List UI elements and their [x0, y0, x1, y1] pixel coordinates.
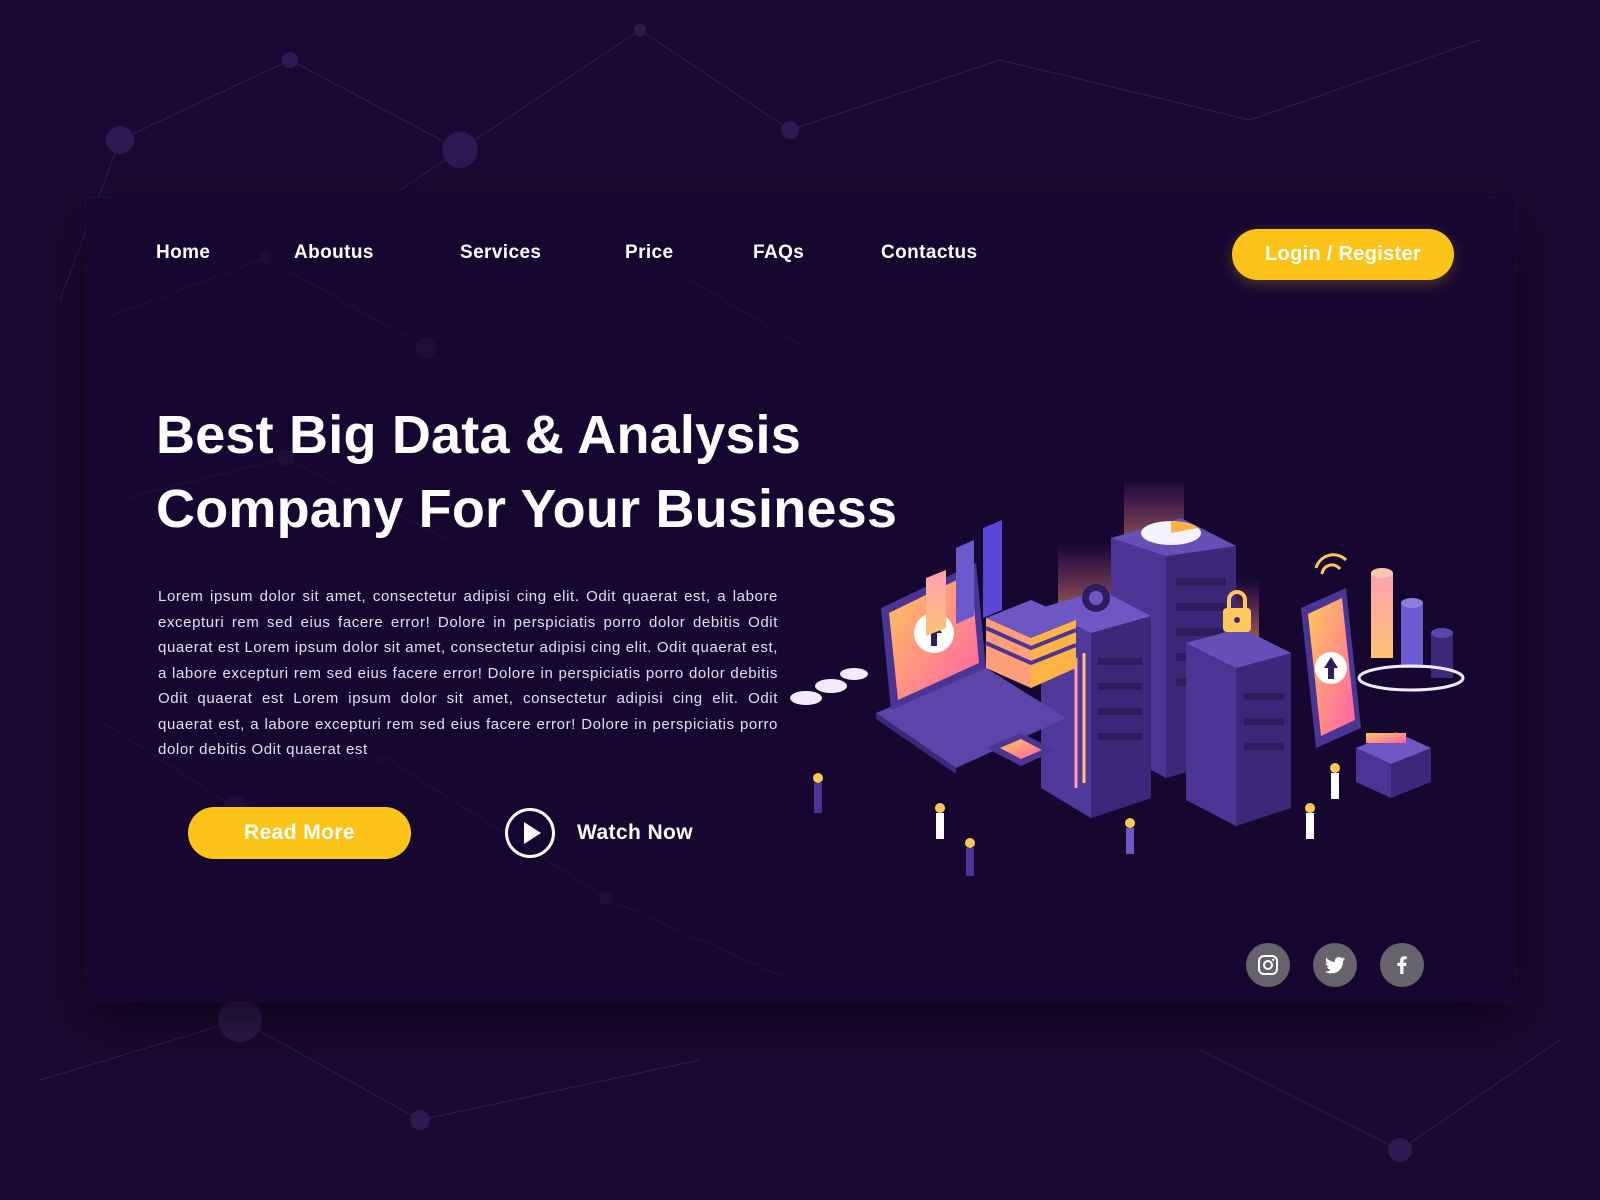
facebook-icon — [1397, 956, 1407, 974]
landing-card: Home Aboutus Services Price FAQs Contact… — [86, 198, 1516, 1002]
big-data-illustration — [790, 478, 1465, 876]
play-icon[interactable] — [504, 807, 556, 859]
nav-price[interactable]: Price — [625, 242, 673, 264]
small-server-box — [1356, 732, 1431, 798]
coins — [790, 668, 868, 705]
instagram-icon — [1258, 955, 1278, 975]
hero-description: Lorem ipsum dolor sit amet, consectetur … — [158, 588, 778, 758]
watch-now-label: Watch Now — [577, 821, 693, 844]
nav-services[interactable]: Services — [460, 242, 541, 264]
read-more-button[interactable]: Read More — [188, 807, 411, 859]
cylinder-chart-right — [1357, 568, 1465, 692]
phone — [1301, 553, 1361, 748]
instagram-button[interactable] — [1246, 943, 1290, 987]
nav-home[interactable]: Home — [156, 242, 210, 264]
nav-contactus[interactable]: Contactus — [881, 242, 978, 264]
login-register-button[interactable]: Login / Register — [1232, 229, 1454, 280]
facebook-button[interactable] — [1380, 943, 1424, 987]
main-nav: Home Aboutus Services Price FAQs Contact… — [86, 198, 1516, 308]
nav-faqs[interactable]: FAQs — [753, 242, 804, 264]
nav-aboutus[interactable]: Aboutus — [294, 242, 374, 264]
twitter-icon — [1325, 957, 1345, 974]
watch-now-button[interactable]: Watch Now — [504, 807, 693, 859]
twitter-button[interactable] — [1313, 943, 1357, 987]
